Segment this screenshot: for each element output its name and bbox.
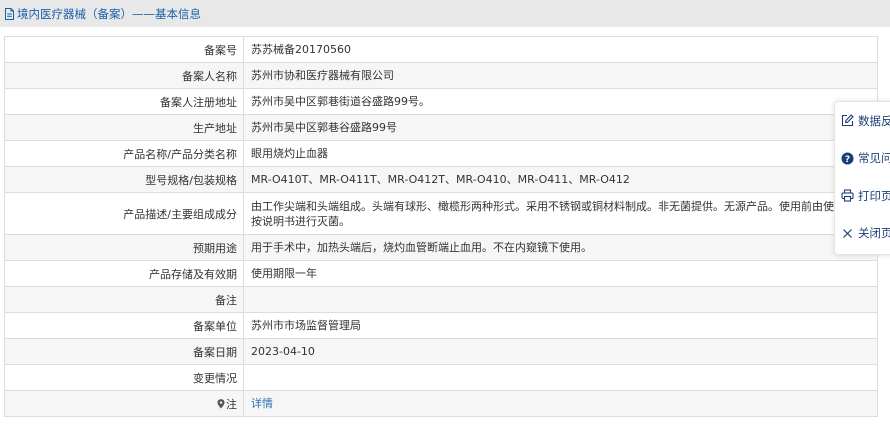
close-page-button[interactable]: 关闭页面 xyxy=(835,215,890,253)
table-row: 备案号 苏苏械备20170560 xyxy=(4,36,878,63)
table-row: 备案人名称 苏州市协和医疗器械有限公司 xyxy=(4,62,878,89)
close-page-label: 关闭页面 xyxy=(858,226,890,241)
row-value: 苏州市吴中区郭巷谷盛路99号 xyxy=(243,114,878,141)
table-row: 备案日期 2023-04-10 xyxy=(4,338,878,365)
row-value: 苏州市吴中区郭巷街道谷盛路99号。 xyxy=(243,88,878,115)
feedback-button[interactable]: 数据反馈 xyxy=(835,102,890,140)
faq-label: 常见问题 xyxy=(858,151,890,166)
faq-button[interactable]: ? 常见问题 xyxy=(835,140,890,178)
row-label: 备案日期 xyxy=(4,338,244,365)
row-value: 2023-04-10 xyxy=(243,338,878,365)
row-label: 注 xyxy=(4,390,244,417)
row-label: 备注 xyxy=(4,286,244,313)
pin-icon xyxy=(217,398,225,412)
row-label: 备案单位 xyxy=(4,312,244,339)
row-value: 苏州市协和医疗器械有限公司 xyxy=(243,62,878,89)
svg-text:?: ? xyxy=(845,155,850,165)
row-label: 产品存储及有效期 xyxy=(4,260,244,287)
table-row: 产品描述/主要组成成分 由工作尖端和头端组成。头端有球形、橄榄形两种形式。采用不… xyxy=(4,192,878,235)
table-row: 备注 xyxy=(4,286,878,313)
page-title: 境内医疗器械（备案）——基本信息 xyxy=(17,6,201,21)
row-label: 预期用途 xyxy=(4,234,244,261)
row-value xyxy=(243,286,878,313)
row-label: 备案号 xyxy=(4,36,244,63)
row-label: 变更情况 xyxy=(4,364,244,391)
print-label: 打印页面 xyxy=(858,188,890,203)
page-header: 境内医疗器械（备案）——基本信息 xyxy=(0,0,890,27)
table-row: 预期用途 用于手术中，加热头端后，烧灼血管断端止血用。不在内窥镜下使用。 xyxy=(4,234,878,261)
table-row: 产品存储及有效期 使用期限一年 xyxy=(4,260,878,287)
row-label: 产品描述/主要组成成分 xyxy=(4,192,244,235)
table-row: 变更情况 xyxy=(4,364,878,391)
row-value: 苏苏械备20170560 xyxy=(243,36,878,63)
table-row: 生产地址 苏州市吴中区郭巷谷盛路99号 xyxy=(4,114,878,141)
table-row: 备案单位 苏州市市场监督管理局 xyxy=(4,312,878,339)
row-value: 苏州市市场监督管理局 xyxy=(243,312,878,339)
row-label: 备案人注册地址 xyxy=(4,88,244,115)
table-row: 型号规格/包装规格 MR-O410T、MR-O411T、MR-O412T、MR-… xyxy=(4,166,878,193)
row-label: 备案人名称 xyxy=(4,62,244,89)
details-link[interactable]: 详情 xyxy=(251,397,273,410)
close-icon xyxy=(841,227,854,240)
info-table: 备案号 苏苏械备20170560 备案人名称 苏州市协和医疗器械有限公司 备案人… xyxy=(4,36,878,417)
row-value: 使用期限一年 xyxy=(243,260,878,287)
row-value: MR-O410T、MR-O411T、MR-O412T、MR-O410、MR-O4… xyxy=(243,166,878,193)
floating-toolbar: 数据反馈 ? 常见问题 打印页面 关闭页面 xyxy=(834,101,890,255)
row-label: 型号规格/包装规格 xyxy=(4,166,244,193)
table-row: 注 详情 xyxy=(4,390,878,417)
row-value: 用于手术中，加热头端后，烧灼血管断端止血用。不在内窥镜下使用。 xyxy=(243,234,878,261)
row-value: 详情 xyxy=(243,390,878,417)
note-label: 注 xyxy=(226,397,237,411)
row-label: 产品名称/产品分类名称 xyxy=(4,140,244,167)
row-label: 生产地址 xyxy=(4,114,244,141)
edit-icon xyxy=(841,114,854,127)
table-row: 备案人注册地址 苏州市吴中区郭巷街道谷盛路99号。 xyxy=(4,88,878,115)
row-value: 眼用烧灼止血器 xyxy=(243,140,878,167)
feedback-label: 数据反馈 xyxy=(858,113,890,128)
row-value xyxy=(243,364,878,391)
question-icon: ? xyxy=(841,152,854,165)
print-button[interactable]: 打印页面 xyxy=(835,177,890,215)
table-row: 产品名称/产品分类名称 眼用烧灼止血器 xyxy=(4,140,878,167)
row-value: 由工作尖端和头端组成。头端有球形、橄榄形两种形式。采用不锈钢或铜材料制成。非无菌… xyxy=(243,192,878,235)
document-icon xyxy=(3,7,16,20)
print-icon xyxy=(841,189,854,202)
